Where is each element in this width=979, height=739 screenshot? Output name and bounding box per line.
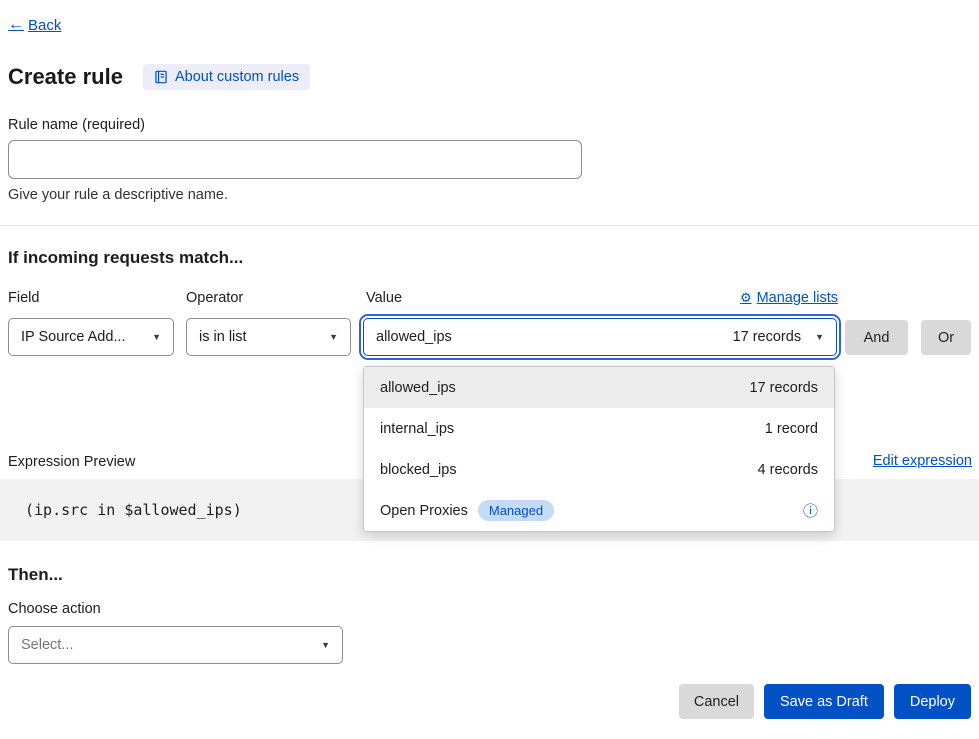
list-option-records: 17 records xyxy=(749,380,818,396)
about-custom-rules-link[interactable]: About custom rules xyxy=(143,64,310,90)
chevron-down-icon: ▼ xyxy=(329,332,338,342)
operator-select-value: is in list xyxy=(199,329,321,345)
field-column-label: Field xyxy=(8,290,39,306)
title-row: Create rule About custom rules xyxy=(8,64,310,90)
rule-name-label: Rule name (required) xyxy=(8,117,145,133)
list-option-name: internal_ips xyxy=(380,421,454,437)
info-icon[interactable]: ⓘ xyxy=(803,500,818,521)
list-option-internal-ips[interactable]: internal_ips 1 record xyxy=(364,408,834,449)
manage-lists-link[interactable]: ⚙ Manage lists xyxy=(740,290,838,306)
list-option-name: allowed_ips xyxy=(380,380,456,396)
edit-expression-link[interactable]: Edit expression xyxy=(873,453,972,469)
rule-name-input[interactable] xyxy=(8,140,582,179)
chevron-down-icon: ▼ xyxy=(321,640,330,650)
manage-lists-label: Manage lists xyxy=(757,290,838,306)
operator-column-label: Operator xyxy=(186,290,243,306)
expression-code: (ip.src in $allowed_ips) xyxy=(25,479,242,541)
value-select-value: allowed_ips xyxy=(376,329,725,345)
action-select[interactable]: Select... ▼ xyxy=(8,626,343,664)
gear-icon: ⚙ xyxy=(740,290,752,306)
list-option-open-proxies[interactable]: Open Proxies Managed ⓘ xyxy=(364,490,834,531)
list-option-name: blocked_ips xyxy=(380,462,457,478)
deploy-button[interactable]: Deploy xyxy=(894,684,971,719)
list-option-allowed-ips[interactable]: allowed_ips 17 records xyxy=(364,367,834,408)
list-option-records: 4 records xyxy=(758,462,818,478)
or-button[interactable]: Or xyxy=(921,320,971,355)
back-link-label: Back xyxy=(28,17,61,34)
managed-badge: Managed xyxy=(478,500,554,521)
field-select-value: IP Source Add... xyxy=(21,329,144,345)
footer-actions: Cancel Save as Draft Deploy xyxy=(0,684,971,719)
value-select[interactable]: allowed_ips 17 records ▼ xyxy=(363,318,837,356)
field-select[interactable]: IP Source Add... ▼ xyxy=(8,318,174,356)
back-arrow-icon: ← xyxy=(8,16,24,34)
cancel-button[interactable]: Cancel xyxy=(679,684,754,719)
value-column-label: Value xyxy=(366,290,402,306)
rule-name-helper-text: Give your rule a descriptive name. xyxy=(8,187,228,203)
list-option-records: 1 record xyxy=(765,421,818,437)
chevron-down-icon: ▼ xyxy=(152,332,161,342)
list-option-blocked-ips[interactable]: blocked_ips 4 records xyxy=(364,449,834,490)
then-section-heading: Then... xyxy=(8,565,63,585)
operator-select[interactable]: is in list ▼ xyxy=(186,318,351,356)
chevron-down-icon: ▼ xyxy=(815,332,824,342)
list-option-name: Open Proxies xyxy=(380,503,468,519)
action-select-placeholder: Select... xyxy=(21,637,313,653)
section-divider xyxy=(0,225,979,226)
expression-preview-label: Expression Preview xyxy=(8,454,135,470)
book-icon xyxy=(154,70,168,84)
match-section-heading: If incoming requests match... xyxy=(8,248,243,268)
save-as-draft-button[interactable]: Save as Draft xyxy=(764,684,884,719)
value-dropdown-menu: allowed_ips 17 records internal_ips 1 re… xyxy=(363,366,835,532)
value-select-records: 17 records xyxy=(733,329,802,345)
page-title: Create rule xyxy=(8,64,123,90)
and-button[interactable]: And xyxy=(845,320,908,355)
back-link[interactable]: ← Back xyxy=(8,16,61,34)
about-custom-rules-label: About custom rules xyxy=(175,69,299,85)
choose-action-label: Choose action xyxy=(8,601,101,617)
